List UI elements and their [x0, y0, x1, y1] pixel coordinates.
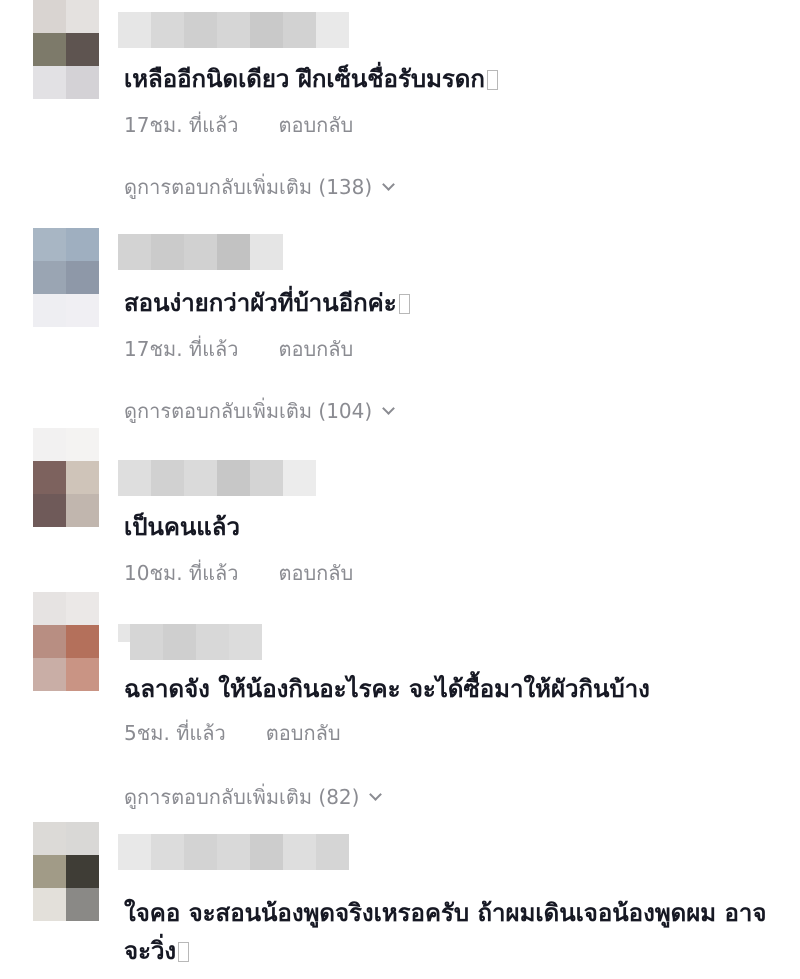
comment-text: ใจคอ จะสอนน้องพูดจริงเหรอครับ ถ้าผมเดินเ…: [124, 899, 767, 965]
comment-meta: 10ชม. ที่แล้ว ตอบกลับ: [124, 560, 353, 586]
comment-time: 17ชม. ที่แล้ว: [124, 113, 239, 137]
view-more-replies-button[interactable]: ดูการตอบกลับเพิ่มเติม (82): [124, 784, 383, 810]
avatar[interactable]: [33, 592, 99, 691]
avatar[interactable]: [33, 228, 99, 327]
comment-time: 10ชม. ที่แล้ว: [124, 561, 239, 585]
reply-button[interactable]: ตอบกลับ: [278, 561, 353, 585]
username-censored[interactable]: [118, 12, 349, 48]
username-censored[interactable]: [118, 624, 262, 660]
missing-glyph-icon: [178, 942, 190, 962]
chevron-down-icon: [369, 788, 383, 801]
comment-meta: 5ชม. ที่แล้ว ตอบกลับ: [124, 720, 341, 746]
comment-feed: เหลืออีกนิดเดียว ฝึกเซ็นชื่อรับมรดก 17ชม…: [0, 0, 800, 979]
avatar[interactable]: [33, 0, 99, 99]
avatar[interactable]: [33, 822, 99, 921]
comment-time: 17ชม. ที่แล้ว: [124, 337, 239, 361]
view-more-replies-label: ดูการตอบกลับเพิ่มเติม (138): [124, 175, 373, 199]
username-censored[interactable]: [118, 460, 316, 496]
comment-meta: 17ชม. ที่แล้ว ตอบกลับ: [124, 336, 353, 362]
missing-glyph-icon: [398, 294, 410, 314]
reply-button[interactable]: ตอบกลับ: [278, 113, 353, 137]
view-more-replies-button[interactable]: ดูการตอบกลับเพิ่มเติม (104): [124, 398, 396, 424]
comment-text: ฉลาดจัง ให้น้องกินอะไรคะ จะได้ซื้อมาให้ผ…: [124, 675, 650, 703]
chevron-down-icon: [382, 178, 396, 191]
comment-time: 5ชม. ที่แล้ว: [124, 721, 226, 745]
view-more-replies-label: ดูการตอบกลับเพิ่มเติม (82): [124, 785, 360, 809]
comment-text: สอนง่ายกว่าผัวที่บ้านอีกค่ะ: [124, 286, 410, 320]
avatar[interactable]: [33, 428, 99, 527]
reply-button[interactable]: ตอบกลับ: [278, 337, 353, 361]
username-censored[interactable]: [118, 234, 283, 270]
comment-text: เป็นคนแล้ว: [124, 513, 240, 541]
username-censored[interactable]: [118, 834, 349, 870]
missing-glyph-icon: [486, 70, 498, 90]
comment-meta: 17ชม. ที่แล้ว ตอบกลับ: [124, 112, 353, 138]
comment-text: เหลืออีกนิดเดียว ฝึกเซ็นชื่อรับมรดก: [124, 62, 498, 96]
reply-button[interactable]: ตอบกลับ: [266, 721, 341, 745]
view-more-replies-label: ดูการตอบกลับเพิ่มเติม (104): [124, 399, 373, 423]
chevron-down-icon: [382, 402, 396, 415]
view-more-replies-button[interactable]: ดูการตอบกลับเพิ่มเติม (138): [124, 174, 396, 200]
